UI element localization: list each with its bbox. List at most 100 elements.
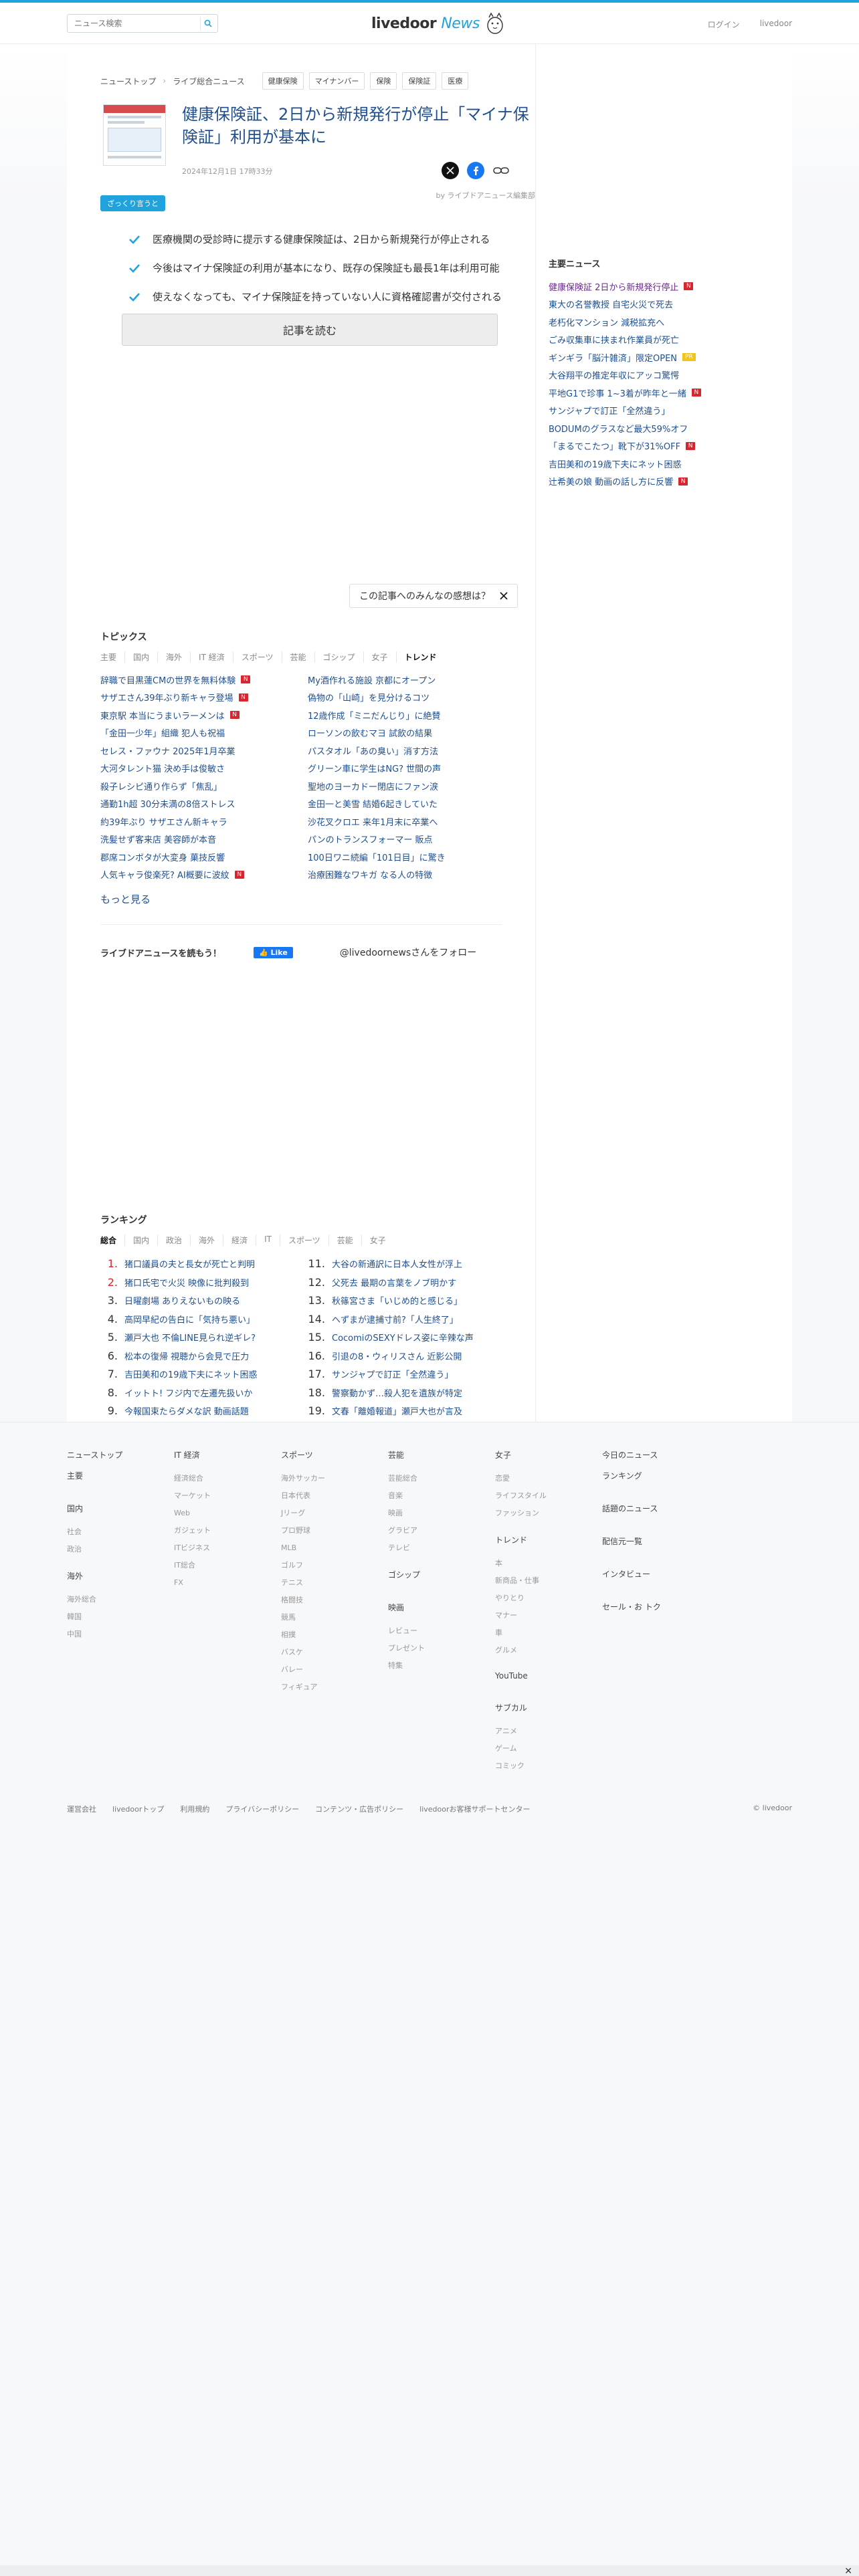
topic-item[interactable]: My酒作れる施設 京都にオープン	[308, 671, 488, 689]
footer-link-top[interactable]: livedoorトップ	[112, 1804, 164, 1814]
topic-item[interactable]: 郡席コンボタが大変身 菓技反響	[100, 848, 308, 866]
footer-link[interactable]: FX	[174, 1574, 211, 1592]
footer-group-heading[interactable]: 映画	[388, 1602, 425, 1613]
footer-link[interactable]: 中国	[67, 1626, 122, 1643]
footer-link[interactable]: ライフスタイル	[495, 1487, 547, 1505]
footer-link[interactable]: グルメ	[495, 1642, 547, 1659]
footer-link[interactable]: ファッション	[495, 1505, 547, 1522]
footer-group-heading[interactable]: 国内	[67, 1503, 122, 1514]
topic-item[interactable]: サザエさん39年ぶり新キャラ登場 N	[100, 689, 308, 707]
topic-item[interactable]: 殺子レシピ通り作らず「焦乱」	[100, 777, 308, 795]
sidebar-news-item[interactable]: サンジャプで訂正「全然違う」	[549, 402, 749, 420]
rank-tab-domestic[interactable]: 国内	[133, 1235, 159, 1246]
topic-item[interactable]: 「金田一少年」組織 犯人も祝福	[100, 724, 308, 742]
ranking-item[interactable]: 8. イットト! フジ内で左遷先扱いか	[100, 1384, 308, 1402]
topic-item[interactable]: 偽物の「山崎」を見分けるコツ	[308, 689, 488, 707]
footer-link-support[interactable]: livedoorお客様サポートセンター	[419, 1804, 530, 1814]
ranking-item[interactable]: 3. 日曜劇場 ありえないもの映る	[100, 1291, 308, 1310]
footer-link[interactable]: 映画	[388, 1505, 425, 1522]
footer-link[interactable]: 競馬	[281, 1609, 325, 1626]
footer-group-heading[interactable]: インタビュー	[602, 1568, 661, 1580]
rank-tab-entertainment[interactable]: 芸能	[337, 1235, 362, 1246]
sidebar-news-item[interactable]: 老朽化マンション 減税拡充へ	[549, 313, 749, 331]
footer-link[interactable]: ガジェット	[174, 1522, 211, 1539]
footer-link[interactable]: 社会	[67, 1523, 122, 1541]
footer-link[interactable]: 格闘技	[281, 1592, 325, 1609]
footer-group-heading[interactable]: ゴシップ	[388, 1569, 425, 1580]
footer-link[interactable]: ゴルフ	[281, 1557, 325, 1574]
footer-link[interactable]: 車	[495, 1624, 547, 1642]
ranking-item[interactable]: 5. 瀬戸大也 不倫LINE見られ逆ギレ?	[100, 1328, 308, 1347]
facebook-like-button[interactable]: 👍 Like	[253, 946, 293, 958]
footer-link[interactable]: やりとり	[495, 1590, 547, 1607]
topic-item[interactable]: 大河タレント猫 決め手は俊敏さ	[100, 760, 308, 778]
footer-link[interactable]: プロ野球	[281, 1522, 325, 1539]
sidebar-news-item[interactable]: BODUMのグラスなど最大59%オフ	[549, 419, 749, 437]
close-icon[interactable]: ✕	[844, 2566, 852, 2576]
tab-gossip[interactable]: ゴシップ	[323, 651, 364, 663]
footer-link[interactable]: マーケット	[174, 1487, 211, 1505]
facebook-share-icon[interactable]	[467, 162, 484, 179]
footer-link[interactable]: 海外サッカー	[281, 1470, 325, 1487]
topic-item[interactable]: 洗髪せず客来店 美容師が本音	[100, 831, 308, 849]
topic-item[interactable]: 辞職で目黒蓮CMの世界を無料体験 N	[100, 671, 308, 689]
tag-item[interactable]: 健康保険	[262, 72, 304, 90]
tab-domestic[interactable]: 国内	[133, 651, 159, 663]
sidebar-news-item[interactable]: 東大の名誉教授 自宅火災で死去	[549, 296, 749, 314]
livedoor-link[interactable]: livedoor	[760, 19, 792, 30]
ranking-item[interactable]: 12. 父死去 最期の言葉をノブ明かす	[308, 1273, 502, 1292]
footer-column-heading[interactable]: ニューストップ	[67, 1449, 122, 1461]
footer-link[interactable]: ゲーム	[495, 1740, 547, 1757]
topic-item[interactable]: パンのトランスフォーマー 販点	[308, 831, 488, 849]
footer-link[interactable]: マナー	[495, 1607, 547, 1624]
footer-link-content-policy[interactable]: コンテンツ・広告ポリシー	[315, 1804, 403, 1814]
topic-item[interactable]: ローソンの飲むマヨ 試飲の結果	[308, 724, 488, 742]
ranking-item[interactable]: 14. へずまが逮捕寸前?「人生終了」	[308, 1310, 502, 1329]
footer-link[interactable]: 日本代表	[281, 1487, 325, 1505]
footer-group-heading[interactable]: 海外	[67, 1570, 122, 1582]
tag-item[interactable]: マイナンバー	[308, 72, 365, 90]
breadcrumb-news-top[interactable]: ニューストップ	[100, 76, 156, 87]
ranking-item[interactable]: 15. CocomiのSEXYドレス姿に辛辣な声	[308, 1328, 502, 1347]
tab-trend[interactable]: トレンド	[405, 651, 445, 663]
footer-column-heading[interactable]: IT 経済	[174, 1449, 211, 1461]
footer-link[interactable]: Web	[174, 1505, 211, 1522]
footer-link[interactable]: 政治	[67, 1541, 122, 1558]
footer-link[interactable]: バスケ	[281, 1644, 325, 1661]
search-input[interactable]	[68, 15, 195, 32]
footer-link[interactable]: アニメ	[495, 1723, 547, 1740]
ranking-item[interactable]: 16. 引退の8・ウィリスさん 近影公開	[308, 1347, 502, 1366]
ranking-item[interactable]: 11. 大谷の新通訳に日本人女性が浮上	[308, 1255, 502, 1273]
ranking-item[interactable]: 9. 今報国束たらダメな訳 動画話題	[100, 1402, 308, 1420]
tab-entertainment[interactable]: 芸能	[290, 651, 315, 663]
footer-link-company[interactable]: 運営会社	[67, 1804, 96, 1814]
twitter-follow-link[interactable]: @livedoornewsさんをフォロー	[340, 946, 476, 959]
footer-link[interactable]: フィギュア	[281, 1679, 325, 1696]
sidebar-news-item[interactable]: 辻希美の娘 動画の話し方に反響 N	[549, 473, 749, 491]
tag-item[interactable]: 保険	[370, 72, 397, 90]
footer-column-heading[interactable]: 今日のニュース	[602, 1449, 661, 1461]
footer-link[interactable]: 音楽	[388, 1487, 425, 1505]
footer-link[interactable]: 芸能総合	[388, 1470, 425, 1487]
footer-link[interactable]: テニス	[281, 1574, 325, 1592]
topic-item[interactable]: 沙花叉クロエ 来年1月末に卒業へ	[308, 813, 488, 831]
footer-link-terms[interactable]: 利用規約	[180, 1804, 209, 1814]
rank-tab-economy[interactable]: 経済	[231, 1235, 257, 1246]
copy-link-icon[interactable]	[492, 162, 510, 179]
footer-column-heading[interactable]: 芸能	[388, 1449, 425, 1461]
footer-link[interactable]: プレゼント	[388, 1640, 425, 1657]
footer-column-heading[interactable]: スポーツ	[281, 1449, 325, 1461]
footer-group-heading[interactable]: YouTube	[495, 1671, 547, 1681]
ranking-item[interactable]: 19. 文春「離婚報道」瀬戸大也が言及	[308, 1402, 502, 1420]
tab-women[interactable]: 女子	[372, 651, 397, 663]
footer-link[interactable]: 韓国	[67, 1608, 122, 1626]
footer-group-heading[interactable]: トレンド	[495, 1534, 547, 1545]
sidebar-news-item[interactable]: 「まるでこたつ」靴下が31%OFF N	[549, 437, 749, 455]
tag-item[interactable]: 医療	[442, 72, 469, 90]
rank-tab-politics[interactable]: 政治	[166, 1235, 191, 1246]
sidebar-news-item[interactable]: ごみ収集車に挟まれ作業員が死亡	[549, 331, 749, 349]
footer-group-heading[interactable]: サブカル	[495, 1702, 547, 1713]
ranking-item[interactable]: 4. 高岡早紀の告白に「気持ち悪い」	[100, 1310, 308, 1329]
footer-link[interactable]: 相撲	[281, 1626, 325, 1644]
sidebar-news-item[interactable]: 大谷翔平の推定年収にアッコ驚愕	[549, 366, 749, 385]
